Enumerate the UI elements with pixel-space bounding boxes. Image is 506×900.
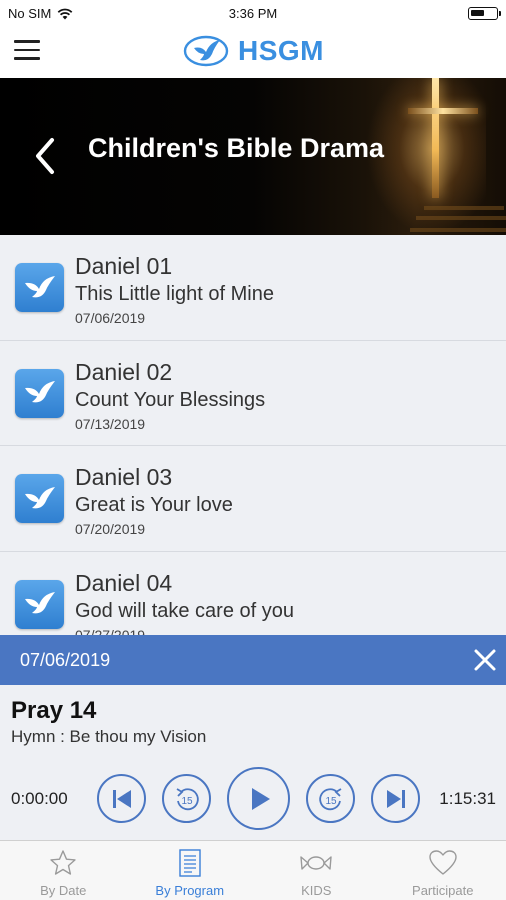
episode-title: Daniel 04: [75, 569, 173, 596]
tab-label: Participate: [412, 883, 474, 898]
pew-line: [410, 228, 506, 232]
list-item[interactable]: Daniel 02 Count Your Blessings 07/13/201…: [0, 340, 506, 446]
logo-text: HSGM: [238, 35, 324, 66]
track-title: Pray 14: [11, 697, 97, 724]
episode-date: 07/13/2019: [75, 415, 146, 432]
banner-glow: [366, 78, 486, 235]
skip-next-icon: [386, 789, 405, 808]
skip-next-button[interactable]: [371, 774, 420, 823]
skip-previous-icon: [112, 789, 131, 808]
battery-icon: [468, 7, 501, 20]
player-date: 07/06/2019: [20, 650, 111, 670]
track-subtitle: Hymn : Be thou my Vision: [11, 727, 207, 746]
status-bar: No SIM 3:36 PM: [0, 0, 506, 26]
player-header: 07/06/2019: [0, 635, 506, 685]
dove-logo-icon: [183, 35, 229, 67]
tab-label: By Date: [40, 883, 87, 898]
tab-participate[interactable]: Participate: [380, 841, 506, 900]
nav-bar: HSGM: [0, 26, 506, 78]
forward-15-icon: 15: [318, 787, 341, 810]
total-time: 1:15:31: [439, 789, 496, 808]
current-time: 0:00:00: [11, 789, 68, 808]
back-button[interactable]: [30, 136, 60, 176]
episode-title: Daniel 01: [75, 253, 173, 279]
episode-title: Daniel 02: [75, 358, 173, 385]
program-title: Children's Bible Drama: [88, 133, 384, 163]
close-player-button[interactable]: [472, 647, 498, 673]
dove-icon: [15, 368, 64, 418]
dove-icon: [15, 579, 64, 629]
tab-by-program[interactable]: By Program: [127, 841, 254, 900]
list-item[interactable]: Daniel 03 Great is Your love 07/20/2019: [0, 446, 506, 552]
audio-player: Pray 14 Hymn : Be thou my Vision 0:00:00…: [0, 685, 506, 840]
episode-date: 07/20/2019: [75, 521, 146, 537]
episode-subtitle: God will take care of you: [75, 599, 294, 622]
star-icon: [50, 850, 76, 875]
tab-bar: By Date By Program KIDS Participate: [0, 840, 506, 900]
forward-seconds-label: 15: [325, 796, 337, 807]
rewind-15-button[interactable]: 15: [162, 774, 211, 823]
dove-icon: [15, 263, 64, 312]
candy-icon: [300, 856, 332, 870]
tab-kids[interactable]: KIDS: [253, 841, 380, 900]
tab-label: KIDS: [301, 883, 332, 898]
pew-line: [424, 206, 504, 210]
logo: HSGM: [0, 34, 506, 68]
dove-icon: [15, 474, 64, 523]
episode-list[interactable]: Daniel 01 This Little light of Mine 07/0…: [0, 235, 506, 635]
program-banner: Children's Bible Drama: [0, 78, 506, 235]
battery-fill: [471, 10, 484, 16]
list-item[interactable]: Daniel 01 This Little light of Mine 07/0…: [0, 235, 506, 341]
pew-line: [416, 216, 506, 220]
document-icon: [179, 849, 201, 877]
skip-previous-button[interactable]: [97, 774, 146, 823]
episode-subtitle: Count Your Blessings: [75, 388, 266, 411]
episode-subtitle: Great is Your love: [75, 494, 233, 516]
cross-image-arm: [408, 108, 478, 114]
cross-image: [432, 78, 439, 198]
rewind-seconds-label: 15: [181, 796, 193, 807]
status-time: 3:36 PM: [228, 6, 278, 21]
episode-date: 07/06/2019: [75, 310, 146, 326]
play-icon: [251, 787, 270, 810]
tab-label: By Program: [155, 883, 225, 898]
chevron-left-icon: [36, 138, 54, 174]
episode-subtitle: This Little light of Mine: [75, 283, 274, 305]
list-item[interactable]: Daniel 04 God will take care of you 07/2…: [0, 551, 506, 636]
heart-icon: [429, 850, 457, 875]
play-button[interactable]: [227, 767, 290, 830]
episode-title: Daniel 03: [75, 464, 173, 490]
close-icon: [474, 649, 496, 671]
rewind-15-icon: 15: [176, 787, 199, 810]
tab-by-date[interactable]: By Date: [0, 841, 127, 900]
episode-date: 07/27/2019: [75, 626, 146, 636]
forward-15-button[interactable]: 15: [306, 774, 355, 823]
